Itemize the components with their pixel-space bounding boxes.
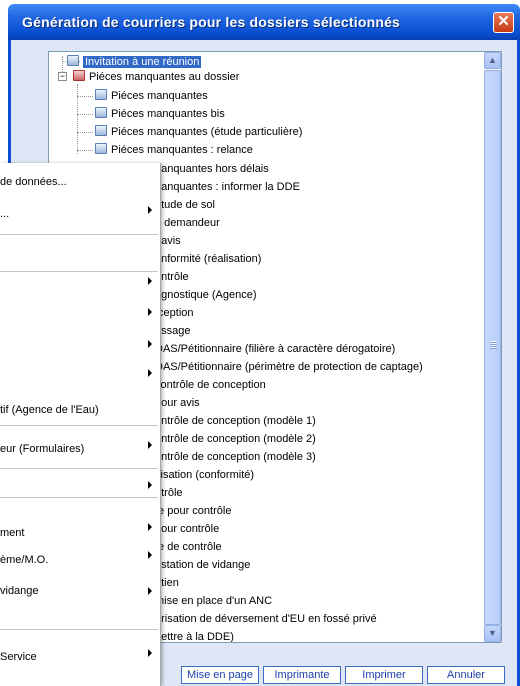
tree-item[interactable]: agnostique (Agence) [155, 287, 257, 303]
tree-item[interactable]: ılisation (conformité) [155, 467, 254, 483]
grip-icon [490, 341, 497, 349]
tree-item[interactable]: :e pour contrôle [155, 503, 231, 519]
tree-item[interactable]: oour contrôle [155, 521, 219, 537]
chevron-up-icon: ▲ [488, 55, 497, 65]
menu-separator [0, 425, 158, 426]
submenu-arrow-icon [148, 551, 152, 559]
tree-item[interactable]: orisation de déversement d'EU en fossé p… [155, 611, 377, 627]
menu-separator [0, 234, 158, 235]
submenu-arrow-icon [148, 481, 152, 489]
title-bar[interactable]: Génération de courriers pour les dossier… [8, 4, 520, 40]
submenu-arrow-icon [148, 277, 152, 285]
tree-item[interactable]: ontrôle de conception (modèle 2) [155, 431, 316, 447]
tree-item[interactable]: ontrôle de conception (modèle 3) [155, 449, 316, 465]
submenu-arrow-icon [148, 308, 152, 316]
tree-item[interactable]: (lettre à la DDE) [155, 629, 234, 642]
tree-item-selected[interactable]: Invitation à une réunion [67, 54, 202, 70]
chevron-down-icon: ▼ [488, 628, 497, 638]
tree-item[interactable]: ontrôle de conception (modèle 1) [155, 413, 316, 429]
submenu-arrow-icon [148, 441, 152, 449]
submenu-arrow-icon [148, 587, 152, 595]
close-button[interactable]: ✕ [493, 12, 514, 33]
tree-folder[interactable]: Piéces manquantes au dossier [73, 69, 239, 85]
menu-separator [0, 271, 158, 272]
tree-line [77, 132, 93, 133]
submenu-arrow-icon [148, 649, 152, 657]
page-setup-button[interactable]: Mise en page [181, 666, 259, 684]
document-icon [95, 125, 107, 136]
document-icon [67, 55, 79, 66]
tree-item[interactable]: mise en place d'un ANC [155, 593, 272, 609]
document-icon [95, 89, 107, 100]
scroll-down-button[interactable]: ▼ [484, 625, 501, 642]
print-button[interactable]: Imprimer [345, 666, 423, 684]
tree-item[interactable]: onformité (réalisation) [155, 251, 261, 267]
menu-separator [0, 497, 158, 498]
close-icon: ✕ [497, 13, 510, 30]
tree-item[interactable]: étude de sol [155, 197, 215, 213]
menu-separator [0, 468, 158, 469]
tree-item[interactable]: nanquantes : informer la DDE [155, 179, 300, 195]
tree-item[interactable]: Piéces manquantes [95, 88, 208, 104]
tree-item[interactable]: contrôle de conception [155, 377, 266, 393]
tree-item[interactable]: :e de contrôle [155, 539, 222, 555]
scroll-up-button[interactable]: ▲ [484, 52, 501, 69]
document-icon [95, 107, 107, 118]
context-menu: de données... ... tif (Agence de l'Eau) … [0, 163, 161, 686]
tree-line [77, 114, 93, 115]
collapse-toggle[interactable]: − [58, 72, 67, 81]
submenu-arrow-icon [148, 206, 152, 214]
vertical-scrollbar[interactable]: ▲ ▼ [484, 52, 501, 642]
tree-item[interactable]: u demandeur [155, 215, 220, 231]
submenu-arrow-icon [148, 523, 152, 531]
tree-item[interactable]: estation de vidange [155, 557, 250, 573]
cancel-button[interactable]: Annuler [427, 666, 505, 684]
dialog-title: Génération de courriers pour les dossier… [22, 14, 401, 30]
tree-item[interactable]: DAS/Pétitionnaire (filière à caractère d… [155, 341, 395, 357]
menu-separator [0, 629, 158, 630]
document-icon [95, 143, 107, 154]
tree-item[interactable]: nanquantes hors délais [155, 161, 269, 177]
tree-line [77, 150, 93, 151]
tree-item[interactable]: DAS/Pétitionnaire (périmètre de protecti… [155, 359, 423, 375]
printer-button[interactable]: Imprimante [263, 666, 341, 684]
tree-item[interactable]: Piéces manquantes : relance [95, 142, 253, 158]
tree-item[interactable]: Piéces manquantes bis [95, 106, 225, 122]
tree-line [77, 84, 78, 154]
tree-line [77, 96, 93, 97]
tree-item[interactable]: Piéces manquantes (étude particulière) [95, 124, 302, 140]
submenu-arrow-icon [148, 369, 152, 377]
tree-item[interactable]: oour avis [155, 395, 200, 411]
submenu-arrow-icon [148, 340, 152, 348]
folder-icon [73, 70, 85, 81]
scrollbar-thumb[interactable] [484, 70, 501, 625]
